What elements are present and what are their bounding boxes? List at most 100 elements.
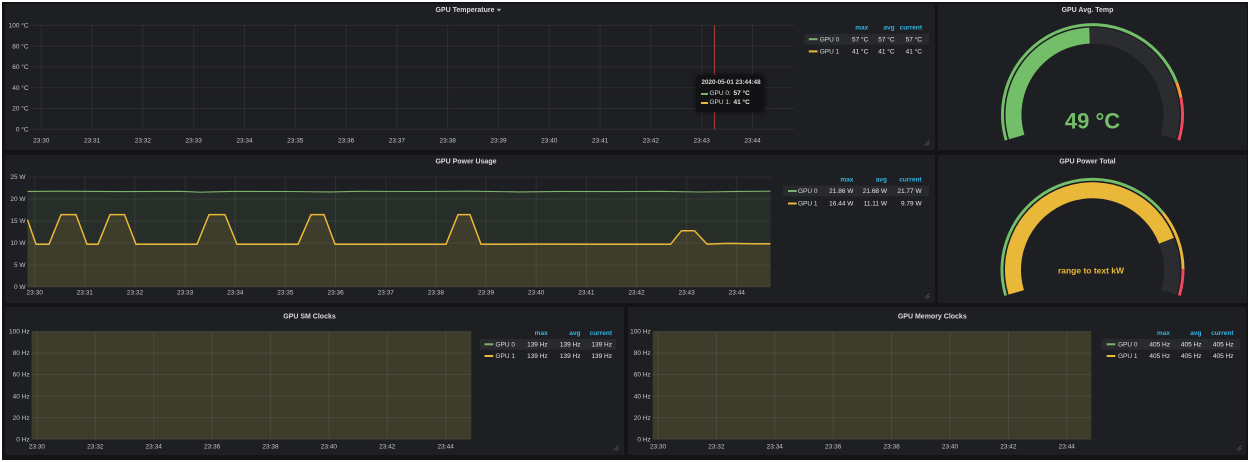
svg-text:20 Hz: 20 Hz	[634, 415, 651, 422]
svg-text:range to text kW: range to text kW	[1058, 266, 1125, 276]
svg-text:23:40: 23:40	[528, 290, 545, 297]
svg-text:23:32: 23:32	[87, 443, 104, 450]
svg-text:139 Hz: 139 Hz	[527, 342, 548, 349]
svg-text:23:44: 23:44	[729, 290, 746, 297]
svg-text:23:34: 23:34	[227, 290, 244, 297]
svg-text:405 Hz: 405 Hz	[1149, 342, 1170, 349]
svg-text:40 Hz: 40 Hz	[634, 393, 651, 400]
svg-text:0 Hz: 0 Hz	[16, 436, 29, 443]
svg-text:GPU Power Total: GPU Power Total	[1059, 159, 1115, 166]
svg-text:23:43: 23:43	[694, 137, 711, 144]
svg-text:GPU Avg. Temp: GPU Avg. Temp	[1062, 7, 1114, 14]
svg-text:23:30: 23:30	[29, 443, 46, 450]
svg-text:avg: avg	[569, 330, 580, 337]
svg-text:GPU 0: GPU 0	[1118, 342, 1138, 349]
svg-text:23:30: 23:30	[33, 137, 50, 144]
svg-text:GPU 1: GPU 1	[798, 201, 818, 208]
svg-text:23:35: 23:35	[277, 290, 294, 297]
svg-text:23:36: 23:36	[338, 137, 355, 144]
svg-text:23:42: 23:42	[379, 443, 396, 450]
svg-text:21.86 W: 21.86 W	[829, 188, 854, 195]
svg-text:23:30: 23:30	[27, 290, 44, 297]
svg-text:139 Hz: 139 Hz	[527, 353, 548, 360]
svg-text:GPU Power Usage: GPU Power Usage	[435, 159, 496, 166]
svg-text:21.68 W: 21.68 W	[863, 188, 888, 195]
svg-text:57 °C: 57 °C	[878, 35, 895, 43]
svg-text:23:38: 23:38	[428, 290, 445, 297]
svg-text:23:37: 23:37	[389, 137, 406, 144]
svg-text:23:34: 23:34	[236, 137, 253, 144]
svg-text:23:32: 23:32	[708, 443, 725, 450]
svg-text:60 Hz: 60 Hz	[634, 372, 651, 379]
svg-text:max: max	[1157, 330, 1170, 337]
svg-text:23:33: 23:33	[186, 137, 203, 144]
svg-text:23:41: 23:41	[578, 290, 595, 297]
svg-text:GPU Memory Clocks: GPU Memory Clocks	[898, 313, 967, 320]
svg-text:11.11 W: 11.11 W	[864, 201, 888, 208]
svg-text:23:38: 23:38	[883, 443, 900, 450]
svg-text:23:38: 23:38	[262, 443, 279, 450]
svg-text:9.79 W: 9.79 W	[901, 201, 922, 208]
svg-text:0 Hz: 0 Hz	[637, 436, 650, 443]
svg-text:139 Hz: 139 Hz	[560, 353, 581, 360]
svg-text:23:42: 23:42	[1000, 443, 1017, 450]
svg-text:41 °C: 41 °C	[906, 48, 923, 56]
svg-text:23:32: 23:32	[135, 137, 152, 144]
svg-text:GPU 0: GPU 0	[798, 188, 818, 195]
svg-text:41 °C: 41 °C	[878, 48, 895, 56]
svg-text:GPU 1: GPU 1	[820, 49, 840, 56]
svg-text:20 W: 20 W	[10, 196, 26, 203]
svg-text:GPU SM Clocks: GPU SM Clocks	[283, 313, 336, 320]
svg-text:avg: avg	[883, 25, 894, 32]
svg-text:23:36: 23:36	[327, 290, 344, 297]
svg-text:0 °C: 0 °C	[16, 126, 29, 134]
svg-text:40 °C: 40 °C	[12, 84, 29, 92]
svg-text:23:39: 23:39	[490, 137, 507, 144]
svg-text:current: current	[899, 177, 922, 184]
svg-text:60 Hz: 60 Hz	[13, 372, 30, 379]
svg-text:80 Hz: 80 Hz	[13, 350, 30, 357]
svg-text:23:36: 23:36	[204, 443, 221, 450]
svg-text:405 Hz: 405 Hz	[1149, 353, 1170, 360]
svg-text:current: current	[590, 330, 613, 337]
svg-text:23:36: 23:36	[825, 443, 842, 450]
svg-text:139 Hz: 139 Hz	[591, 353, 612, 360]
svg-text:23:37: 23:37	[378, 290, 395, 297]
svg-text:23:40: 23:40	[321, 443, 338, 450]
svg-text:GPU Temperature: GPU Temperature	[436, 7, 495, 14]
svg-text:23:34: 23:34	[767, 443, 784, 450]
svg-text:100 °C: 100 °C	[9, 22, 29, 30]
svg-text:16.44 W: 16.44 W	[829, 201, 854, 208]
svg-text:23:34: 23:34	[146, 443, 163, 450]
svg-text:23:42: 23:42	[628, 290, 645, 297]
svg-text:0 W: 0 W	[14, 284, 26, 291]
svg-text:20 °C: 20 °C	[12, 105, 29, 113]
svg-text:40 Hz: 40 Hz	[13, 393, 30, 400]
svg-text:max: max	[840, 177, 853, 184]
svg-text:21.77 W: 21.77 W	[897, 188, 922, 195]
svg-text:23:44: 23:44	[744, 137, 761, 144]
svg-text:avg: avg	[1190, 330, 1201, 337]
svg-text:10 W: 10 W	[10, 240, 26, 247]
svg-text:20 Hz: 20 Hz	[13, 415, 30, 422]
svg-text:405 Hz: 405 Hz	[1213, 353, 1234, 360]
svg-text:25 W: 25 W	[10, 174, 26, 181]
svg-text:80 °C: 80 °C	[12, 42, 29, 50]
svg-text:49 °C: 49 °C	[1065, 109, 1120, 134]
svg-text:23:30: 23:30	[650, 443, 667, 450]
svg-text:23:31: 23:31	[84, 137, 101, 144]
svg-text:23:40: 23:40	[942, 443, 959, 450]
svg-text:23:44: 23:44	[438, 443, 455, 450]
svg-text:80 Hz: 80 Hz	[634, 350, 651, 357]
svg-text:23:35: 23:35	[287, 137, 304, 144]
svg-text:15 W: 15 W	[10, 218, 26, 225]
svg-text:max: max	[855, 25, 868, 32]
svg-text:57 °C: 57 °C	[852, 35, 869, 43]
svg-text:139 Hz: 139 Hz	[560, 342, 581, 349]
svg-text:avg: avg	[876, 177, 887, 184]
svg-text:max: max	[535, 330, 548, 337]
svg-text:GPU 1: GPU 1	[1118, 353, 1138, 360]
svg-text:405 Hz: 405 Hz	[1181, 353, 1202, 360]
svg-text:23:32: 23:32	[127, 290, 144, 297]
svg-text:GPU 0: GPU 0	[820, 36, 840, 43]
